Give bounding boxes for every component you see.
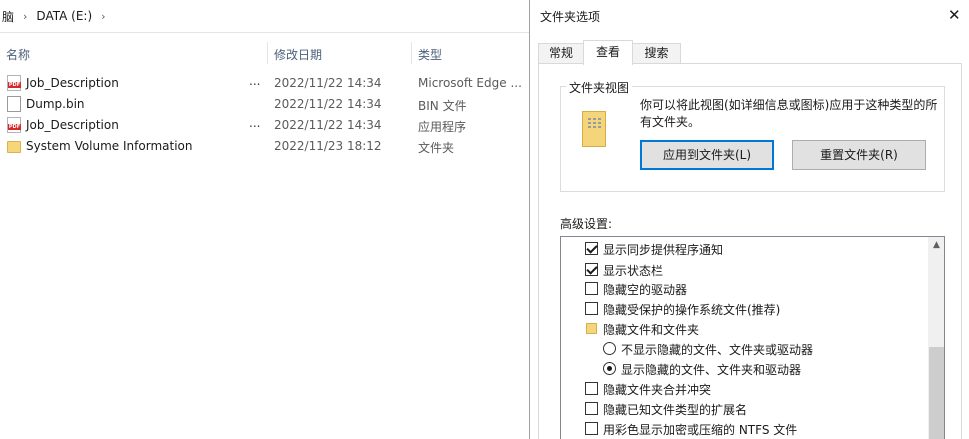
apply-to-folders-button[interactable]: 应用到文件夹(L) [640, 140, 774, 170]
file-name: Dump.bin [26, 97, 85, 111]
column-divider[interactable] [411, 42, 412, 64]
vertical-scrollbar[interactable]: ▲ [928, 237, 944, 439]
truncation-dots: ... [249, 74, 261, 88]
tab-search[interactable]: 搜索 [632, 43, 681, 64]
column-divider[interactable] [267, 42, 268, 64]
setting-label: 显示状态栏 [603, 264, 664, 278]
checkbox[interactable] [585, 282, 598, 295]
breadcrumb-data-drive[interactable]: DATA (E:) [36, 9, 92, 23]
checkbox[interactable] [585, 263, 598, 276]
file-explorer: 脑 › DATA (E:) › 名称 修改日期 类型 Job_Descripti… [0, 0, 530, 439]
file-type: 文件夹 [418, 141, 455, 155]
file-type: Microsoft Edge ... [418, 76, 522, 90]
advanced-setting-group: 隐藏文件和文件夹 [561, 318, 921, 338]
grid-pattern [588, 118, 602, 130]
setting-label: 不显示隐藏的文件、文件夹或驱动器 [621, 343, 814, 357]
file-row[interactable]: Job_Description ... 2022/11/22 14:34 应用程… [0, 115, 530, 136]
checkbox[interactable] [585, 302, 598, 315]
advanced-setting-item[interactable]: 显示状态栏 [561, 259, 921, 279]
file-row[interactable]: Job_Description ... 2022/11/22 14:34 Mic… [0, 73, 530, 94]
truncation-dots: ... [249, 116, 261, 130]
setting-label: 隐藏空的驱动器 [603, 283, 688, 297]
scroll-up-arrow-icon[interactable]: ▲ [928, 237, 944, 254]
advanced-setting-item[interactable]: 隐藏文件夹合并冲突 [561, 378, 921, 398]
folder-icon [586, 323, 597, 334]
advanced-settings-label: 高级设置: [560, 217, 613, 231]
advanced-setting-item[interactable]: 隐藏受保护的操作系统文件(推荐) [561, 298, 921, 318]
file-icon [7, 96, 21, 112]
pdf-icon [7, 75, 21, 91]
setting-label: 隐藏已知文件类型的扩展名 [603, 403, 748, 417]
setting-label: 用彩色显示加密或压缩的 NTFS 文件 [603, 423, 798, 437]
file-type: BIN 文件 [418, 99, 467, 113]
column-header-type[interactable]: 类型 [418, 46, 442, 68]
tab-general[interactable]: 常规 [538, 43, 584, 64]
setting-label: 隐藏文件夹合并冲突 [603, 383, 712, 397]
close-icon[interactable]: ✕ [948, 6, 961, 24]
column-header-date[interactable]: 修改日期 [274, 46, 322, 68]
file-row[interactable]: Dump.bin 2022/11/22 14:34 BIN 文件 [0, 94, 530, 115]
checkbox[interactable] [585, 242, 598, 255]
dialog-title: 文件夹选项 [540, 10, 601, 24]
file-date: 2022/11/22 14:34 [274, 97, 382, 111]
radio-button[interactable] [603, 362, 616, 375]
reset-folders-button[interactable]: 重置文件夹(R) [792, 140, 926, 170]
advanced-setting-item[interactable]: 隐藏已知文件类型的扩展名 [561, 398, 921, 418]
folder-icon [7, 141, 21, 153]
tab-view[interactable]: 查看 [583, 40, 633, 65]
checkbox[interactable] [585, 402, 598, 415]
advanced-setting-item[interactable]: 显示同步提供程序通知 [561, 238, 921, 258]
file-row[interactable]: System Volume Information 2022/11/23 18:… [0, 136, 530, 157]
setting-label: 显示隐藏的文件、文件夹和驱动器 [621, 363, 802, 377]
folder-options-dialog: 文件夹选项 ✕ 常规 查看 搜索 文件夹视图 你可以将此视图(如详细信息或图标)… [529, 0, 969, 439]
file-date: 2022/11/23 18:12 [274, 139, 382, 153]
advanced-setting-item[interactable]: 隐藏空的驱动器 [561, 278, 921, 298]
file-name: Job_Description [26, 76, 119, 90]
scrollbar-thumb[interactable] [929, 347, 944, 439]
checkbox[interactable] [585, 382, 598, 395]
breadcrumb-this-pc[interactable]: 脑 [2, 8, 14, 25]
pdf-icon [7, 117, 21, 133]
address-bar[interactable]: 脑 › DATA (E:) › [0, 0, 530, 33]
file-name: System Volume Information [26, 139, 193, 153]
column-header-name[interactable]: 名称 [6, 46, 30, 68]
folder-views-legend: 文件夹视图 [566, 79, 633, 96]
advanced-settings-list[interactable]: 显示同步提供程序通知 显示状态栏 隐藏空的驱动器 隐藏受保护的操作系统文件(推荐… [560, 236, 945, 439]
folder-view-icon [582, 111, 606, 147]
folder-views-description: 你可以将此视图(如详细信息或图标)应用于这种类型的所有文件夹。 [640, 98, 938, 129]
checkbox[interactable] [585, 422, 598, 435]
advanced-setting-item[interactable]: 不显示隐藏的文件、文件夹或驱动器 [561, 338, 921, 358]
file-date: 2022/11/22 14:34 [274, 118, 382, 132]
file-date: 2022/11/22 14:34 [274, 76, 382, 90]
setting-label: 隐藏受保护的操作系统文件(推荐) [603, 303, 781, 317]
advanced-setting-item[interactable]: 显示隐藏的文件、文件夹和驱动器 [561, 358, 921, 378]
advanced-setting-item[interactable]: 用彩色显示加密或压缩的 NTFS 文件 [561, 418, 921, 438]
setting-label: 隐藏文件和文件夹 [603, 323, 700, 337]
chevron-right-icon[interactable]: › [101, 10, 105, 23]
file-name: Job_Description [26, 118, 119, 132]
file-type: 应用程序 [418, 120, 467, 134]
radio-button[interactable] [603, 342, 616, 355]
chevron-right-icon[interactable]: › [23, 10, 27, 23]
setting-label: 显示同步提供程序通知 [603, 243, 724, 257]
